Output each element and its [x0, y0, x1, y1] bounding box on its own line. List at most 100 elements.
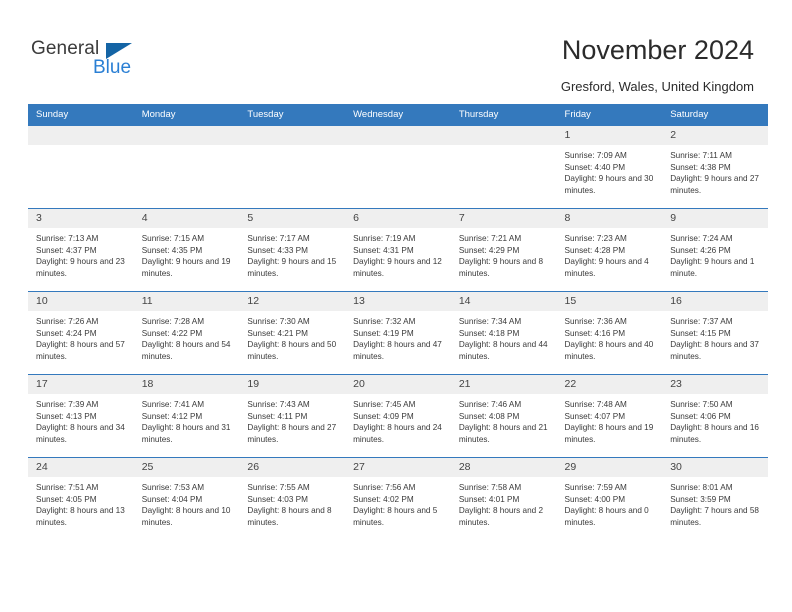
sunrise-text: Sunrise: 7:32 AM	[353, 317, 416, 326]
calendar-cell-day[interactable]: 29 Sunrise: 7:59 AM Sunset: 4:00 PM Dayligh…	[556, 457, 663, 540]
daylight-text: Daylight: 9 hours and 27 minutes.	[670, 174, 759, 195]
calendar-cell-day[interactable]: 12 Sunrise: 7:30 AM Sunset: 4:21 PM Dayligh…	[239, 291, 346, 375]
calendar-cell-day[interactable]: 26 Sunrise: 7:55 AM Sunset: 4:03 PM Dayligh…	[239, 457, 346, 540]
sunrise-text: Sunrise: 7:55 AM	[247, 483, 310, 492]
sunset-text: Sunset: 4:01 PM	[458, 494, 520, 504]
sunset-text: Sunset: 4:09 PM	[353, 411, 414, 421]
sunrise-text: Sunrise: 7:30 AM	[247, 317, 310, 326]
day-sun-info: Sunrise: 7:26 AM Sunset: 4:24 PM Daylight:…	[28, 311, 134, 362]
page-header: General Blue November 2024 Gresford, Wal…	[0, 0, 792, 100]
sunrise-text: Sunrise: 7:34 AM	[458, 317, 522, 326]
calendar-cell-day[interactable]: 16 Sunrise: 7:37 AM Sunset: 4:15 PM Dayligh…	[662, 291, 768, 375]
sunrise-text: Sunrise: 7:09 AM	[564, 151, 627, 160]
calendar-week-row: 24 Sunrise: 7:51 AM Sunset: 4:05 PM Dayligh…	[28, 457, 768, 540]
daylight-text: Daylight: 8 hours and 8 minutes.	[247, 506, 332, 527]
daylight-text: Daylight: 8 hours and 19 minutes.	[564, 423, 654, 444]
day-number: 18	[133, 375, 240, 394]
sunrise-text: Sunrise: 7:46 AM	[458, 400, 522, 409]
sunset-text: Sunset: 4:22 PM	[141, 328, 203, 338]
sunset-text: Sunset: 4:07 PM	[564, 411, 626, 421]
calendar-cell-day[interactable]: 1 Sunrise: 7:09 AM Sunset: 4:40 PM Daylight…	[556, 125, 663, 209]
sunrise-text: Sunrise: 7:21 AM	[458, 234, 522, 243]
sunset-text: Sunset: 4:15 PM	[670, 328, 731, 338]
calendar-cell-empty	[28, 125, 134, 209]
calendar-cell-day[interactable]: 19 Sunrise: 7:43 AM Sunset: 4:11 PM Dayligh…	[239, 374, 346, 458]
calendar-cell-day[interactable]: 8 Sunrise: 7:23 AM Sunset: 4:28 PM Daylight…	[556, 208, 663, 292]
calendar-cell-day[interactable]: 5 Sunrise: 7:17 AM Sunset: 4:33 PM Daylight…	[239, 208, 346, 292]
day-number: 30	[662, 458, 768, 477]
general-blue-logo: General Blue	[31, 38, 161, 84]
sunset-text: Sunset: 4:38 PM	[670, 162, 731, 172]
sunrise-text: Sunrise: 7:41 AM	[141, 400, 205, 409]
calendar-cell-day[interactable]: 18 Sunrise: 7:41 AM Sunset: 4:12 PM Dayligh…	[133, 374, 240, 458]
sunset-text: Sunset: 4:04 PM	[141, 494, 203, 504]
sunrise-text: Sunrise: 7:39 AM	[36, 400, 99, 409]
logo-text-general: General	[31, 38, 100, 59]
sunrise-text: Sunrise: 7:59 AM	[564, 483, 627, 492]
sunset-text: Sunset: 4:26 PM	[670, 245, 731, 255]
day-sun-info: Sunrise: 7:09 AM Sunset: 4:40 PM Daylight:…	[557, 145, 663, 196]
sunrise-text: Sunrise: 7:19 AM	[353, 234, 416, 243]
day-sun-info: Sunrise: 8:01 AM Sunset: 3:59 PM Daylight:…	[662, 477, 768, 528]
daylight-text: Daylight: 8 hours and 24 minutes.	[353, 423, 442, 444]
calendar-body: 1 Sunrise: 7:09 AM Sunset: 4:40 PM Daylight…	[28, 125, 768, 540]
day-sun-info: Sunrise: 7:24 AM Sunset: 4:26 PM Daylight:…	[662, 228, 768, 279]
calendar-cell-empty	[345, 125, 451, 209]
sunset-text: Sunset: 4:13 PM	[36, 411, 97, 421]
day-sun-info: Sunrise: 7:30 AM Sunset: 4:21 PM Daylight:…	[239, 311, 345, 362]
day-sun-info: Sunrise: 7:45 AM Sunset: 4:09 PM Daylight:…	[345, 394, 451, 445]
sunset-text: Sunset: 3:59 PM	[670, 494, 731, 504]
day-number: 9	[662, 209, 768, 228]
calendar-cell-day[interactable]: 4 Sunrise: 7:15 AM Sunset: 4:35 PM Daylight…	[133, 208, 240, 292]
day-sun-info: Sunrise: 7:37 AM Sunset: 4:15 PM Daylight:…	[662, 311, 768, 362]
day-sun-info: Sunrise: 7:32 AM Sunset: 4:19 PM Daylight:…	[345, 311, 451, 362]
day-number: 10	[28, 292, 134, 311]
calendar-cell-day[interactable]: 3 Sunrise: 7:13 AM Sunset: 4:37 PM Daylight…	[28, 208, 134, 292]
calendar-cell-day[interactable]: 11 Sunrise: 7:28 AM Sunset: 4:22 PM Dayligh…	[133, 291, 240, 375]
calendar-cell-day[interactable]: 24 Sunrise: 7:51 AM Sunset: 4:05 PM Dayligh…	[28, 457, 134, 540]
calendar-cell-day[interactable]: 20 Sunrise: 7:45 AM Sunset: 4:09 PM Dayligh…	[345, 374, 451, 458]
day-sun-info: Sunrise: 7:21 AM Sunset: 4:29 PM Daylight:…	[451, 228, 557, 279]
day-sun-info: Sunrise: 7:58 AM Sunset: 4:01 PM Daylight:…	[451, 477, 557, 528]
sunset-text: Sunset: 4:02 PM	[353, 494, 414, 504]
sunset-text: Sunset: 4:11 PM	[247, 411, 308, 421]
calendar-cell-day[interactable]: 27 Sunrise: 7:56 AM Sunset: 4:02 PM Dayligh…	[345, 457, 451, 540]
location-subtitle: Gresford, Wales, United Kingdom	[560, 79, 754, 94]
sunrise-text: Sunrise: 7:43 AM	[247, 400, 310, 409]
sunset-text: Sunset: 4:21 PM	[247, 328, 308, 338]
sunrise-text: Sunrise: 7:23 AM	[564, 234, 627, 243]
sunrise-text: Sunrise: 7:45 AM	[353, 400, 416, 409]
sunrise-text: Sunrise: 7:17 AM	[247, 234, 310, 243]
calendar-week-row: 1 Sunrise: 7:09 AM Sunset: 4:40 PM Daylight…	[28, 125, 768, 209]
weekday-header-saturday: Saturday	[662, 104, 768, 126]
day-sun-info: Sunrise: 7:17 AM Sunset: 4:33 PM Daylight:…	[239, 228, 345, 279]
calendar-cell-day[interactable]: 7 Sunrise: 7:21 AM Sunset: 4:29 PM Daylight…	[450, 208, 557, 292]
calendar-cell-day[interactable]: 6 Sunrise: 7:19 AM Sunset: 4:31 PM Daylight…	[345, 208, 451, 292]
calendar-cell-day[interactable]: 25 Sunrise: 7:53 AM Sunset: 4:04 PM Dayligh…	[133, 457, 240, 540]
calendar-cell-day[interactable]: 30 Sunrise: 8:01 AM Sunset: 3:59 PM Dayligh…	[662, 457, 768, 540]
calendar-cell-day[interactable]: 23 Sunrise: 7:50 AM Sunset: 4:06 PM Dayligh…	[662, 374, 768, 458]
calendar-cell-day[interactable]: 10 Sunrise: 7:26 AM Sunset: 4:24 PM Dayligh…	[28, 291, 134, 375]
calendar-cell-day[interactable]: 2 Sunrise: 7:11 AM Sunset: 4:38 PM Daylight…	[662, 125, 768, 209]
sunset-text: Sunset: 4:37 PM	[36, 245, 97, 255]
calendar-cell-day[interactable]: 13 Sunrise: 7:32 AM Sunset: 4:19 PM Dayligh…	[345, 291, 451, 375]
daylight-text: Daylight: 8 hours and 50 minutes.	[247, 340, 337, 361]
calendar-cell-day[interactable]: 21 Sunrise: 7:46 AM Sunset: 4:08 PM Dayligh…	[450, 374, 557, 458]
calendar-cell-day[interactable]: 22 Sunrise: 7:48 AM Sunset: 4:07 PM Dayligh…	[556, 374, 663, 458]
sunrise-text: Sunrise: 7:53 AM	[141, 483, 205, 492]
calendar-cell-day[interactable]: 14 Sunrise: 7:34 AM Sunset: 4:18 PM Dayligh…	[450, 291, 557, 375]
day-number: 11	[133, 292, 240, 311]
day-sun-info: Sunrise: 7:19 AM Sunset: 4:31 PM Daylight:…	[345, 228, 451, 279]
day-number	[239, 126, 346, 145]
calendar-cell-day[interactable]: 9 Sunrise: 7:24 AM Sunset: 4:26 PM Daylight…	[662, 208, 768, 292]
day-number: 24	[28, 458, 134, 477]
day-number	[133, 126, 240, 145]
calendar-cell-day[interactable]: 17 Sunrise: 7:39 AM Sunset: 4:13 PM Dayligh…	[28, 374, 134, 458]
calendar-cell-day[interactable]: 28 Sunrise: 7:58 AM Sunset: 4:01 PM Dayligh…	[450, 457, 557, 540]
daylight-text: Daylight: 8 hours and 21 minutes.	[458, 423, 548, 444]
sunset-text: Sunset: 4:33 PM	[247, 245, 308, 255]
sunrise-text: Sunrise: 7:37 AM	[670, 317, 733, 326]
calendar-cell-day[interactable]: 15 Sunrise: 7:36 AM Sunset: 4:16 PM Dayligh…	[556, 291, 663, 375]
daylight-text: Daylight: 9 hours and 30 minutes.	[564, 174, 654, 195]
weekday-header-thursday: Thursday	[450, 104, 557, 126]
